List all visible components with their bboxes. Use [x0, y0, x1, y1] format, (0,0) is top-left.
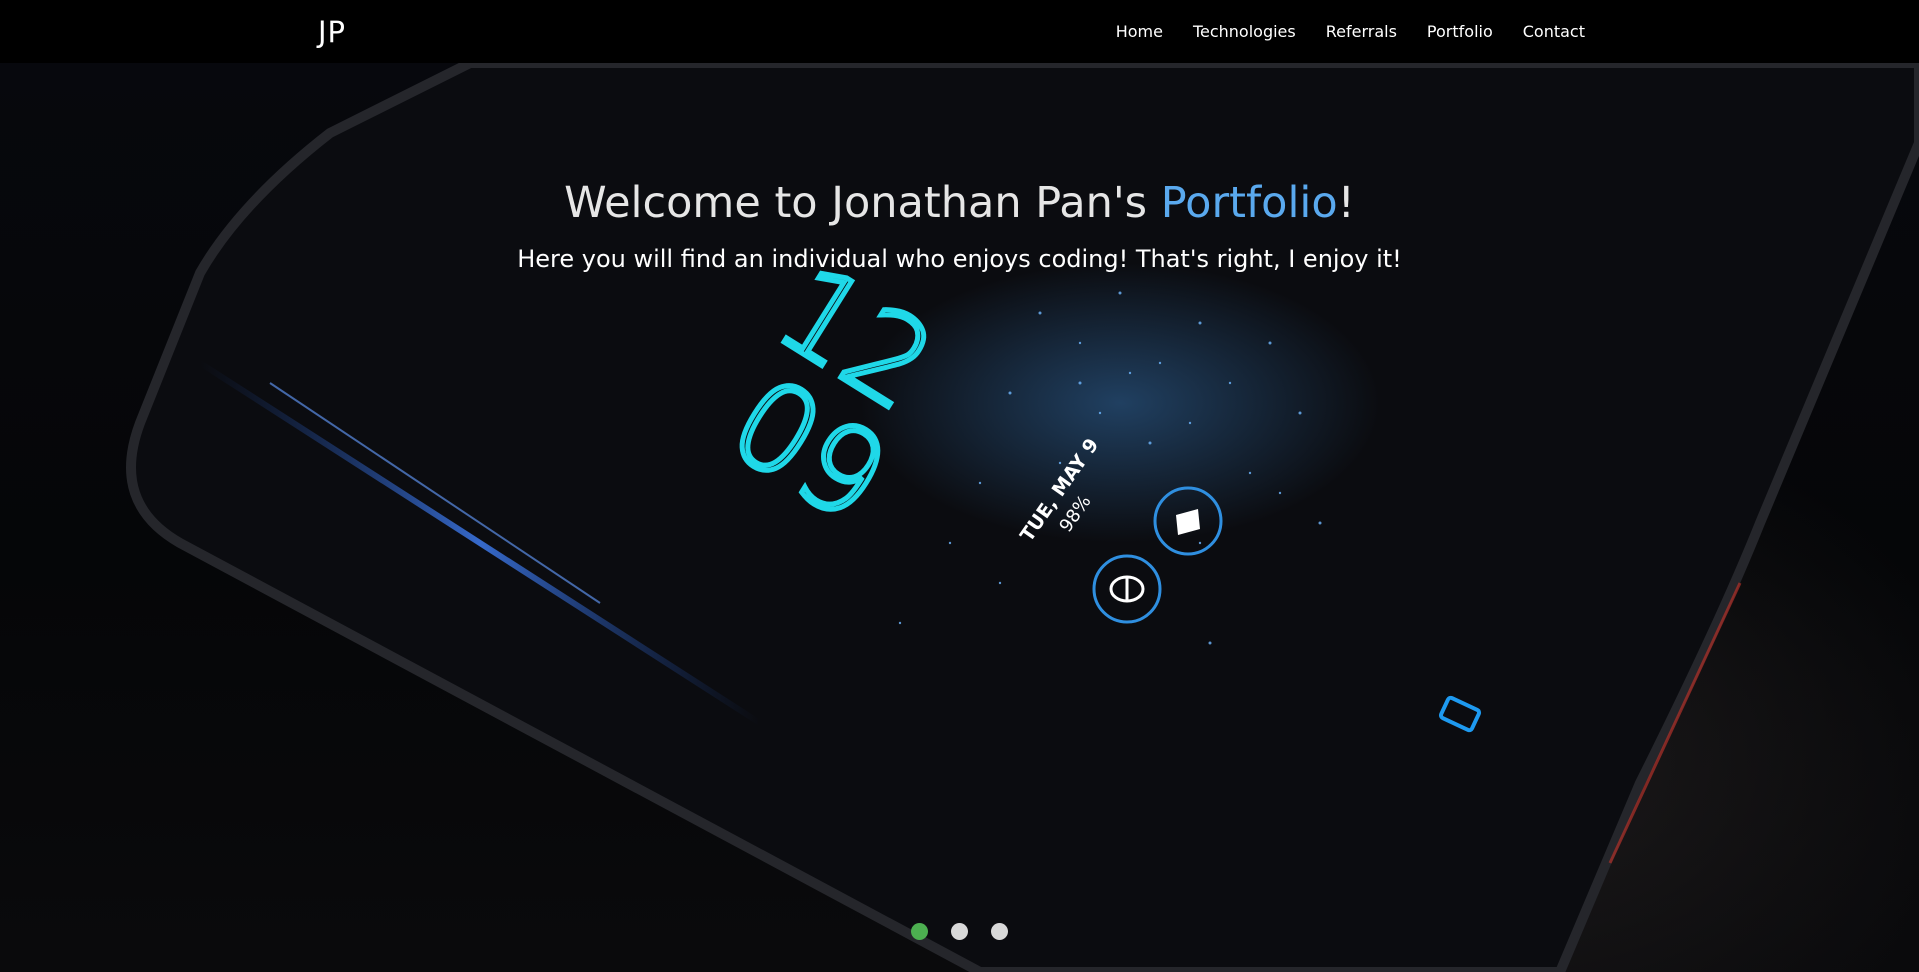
hero-carousel: 12 09 TUE, MAY 9 98% Welcome to Jonathan… [0, 63, 1919, 972]
carousel-indicator-1[interactable] [911, 923, 928, 940]
particle-cloud [860, 263, 1380, 543]
carousel-indicators [0, 923, 1919, 940]
navbar: JP Home Technologies Referrals Portfolio… [0, 0, 1919, 63]
nav-link-home[interactable]: Home [1101, 0, 1178, 63]
carousel-indicator-3[interactable] [991, 923, 1008, 940]
nav-links: Home Technologies Referrals Portfolio Co… [1101, 0, 1585, 63]
nav-link-referrals[interactable]: Referrals [1311, 0, 1412, 63]
nav-link-technologies[interactable]: Technologies [1178, 0, 1311, 63]
nav-link-contact[interactable]: Contact [1508, 0, 1585, 63]
carousel-indicator-2[interactable] [951, 923, 968, 940]
hero-text: Welcome to Jonathan Pan's Portfolio! Her… [0, 173, 1919, 275]
hero-title-accent: Portfolio [1160, 178, 1338, 228]
hero-title-prefix: Welcome to Jonathan Pan's [564, 178, 1161, 228]
hero-title: Welcome to Jonathan Pan's Portfolio! [0, 173, 1919, 233]
brand-logo[interactable]: JP [318, 14, 346, 50]
hero-title-suffix: ! [1337, 178, 1355, 228]
nav-link-portfolio[interactable]: Portfolio [1412, 0, 1508, 63]
hero-subtitle: Here you will find an individual who enj… [517, 245, 1402, 273]
